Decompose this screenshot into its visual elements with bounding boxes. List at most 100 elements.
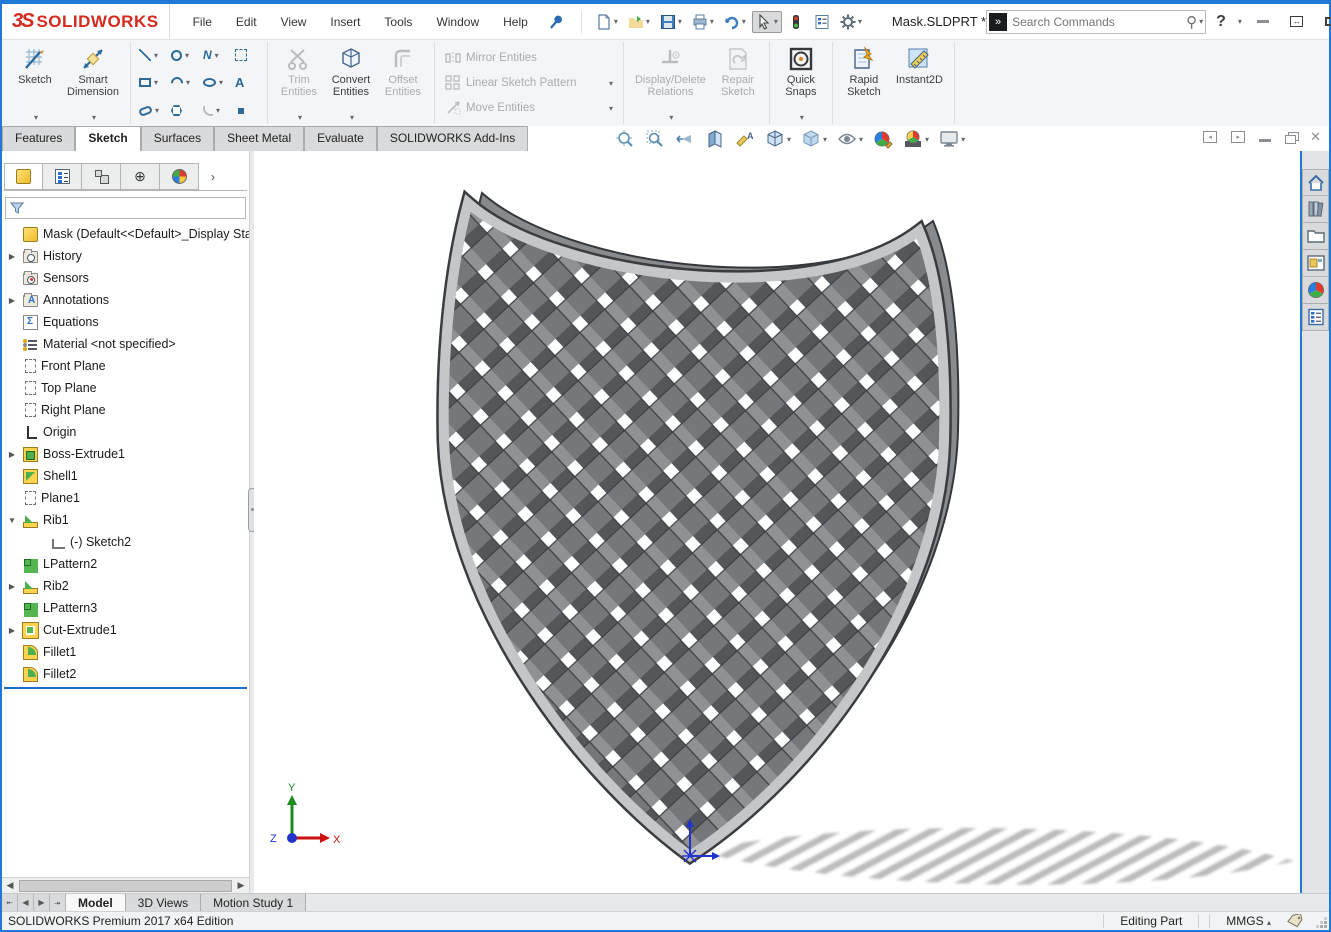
collapse-arrow[interactable]: ▼: [6, 516, 18, 525]
tree-item-annotations[interactable]: ▶Annotations: [2, 289, 249, 311]
circle-tool[interactable]: ▾: [168, 42, 198, 69]
tree-item-top-plane[interactable]: Top Plane: [2, 377, 249, 399]
tree-item-lpattern3[interactable]: LPattern3: [2, 597, 249, 619]
tree-item-sensors[interactable]: Sensors: [2, 267, 249, 289]
view-palette-button[interactable]: [1302, 250, 1329, 277]
tree-item-fillet2[interactable]: Fillet2: [2, 663, 249, 685]
save-button[interactable]: ▾: [656, 11, 686, 33]
zoom-to-fit-button[interactable]: [612, 127, 638, 151]
search-dropdown-arrow[interactable]: ▾: [1199, 17, 1203, 26]
line-tool[interactable]: ▾: [136, 42, 166, 69]
expand-arrow[interactable]: ▶: [6, 450, 18, 459]
tab-3d-views[interactable]: 3D Views: [126, 894, 201, 911]
menu-edit[interactable]: Edit: [225, 10, 268, 34]
tab-features[interactable]: Features: [2, 126, 75, 151]
help-dropdown-arrow[interactable]: ▾: [1238, 17, 1242, 26]
menu-window[interactable]: Window: [425, 10, 490, 34]
menu-help[interactable]: Help: [492, 10, 539, 34]
dynamic-annotation-views-button[interactable]: A: [732, 127, 758, 151]
linear-sketch-pattern-button[interactable]: Linear Sketch Pattern ▾: [440, 72, 618, 94]
smart-dimension-dropdown-arrow[interactable]: ▾: [92, 113, 96, 122]
tab-sheet-metal[interactable]: Sheet Metal: [214, 126, 304, 151]
tab-solidworks-add-ins[interactable]: SOLIDWORKS Add-Ins: [377, 126, 528, 151]
sketch-dropdown-arrow[interactable]: ▾: [34, 113, 38, 122]
convert-entities-dropdown-arrow[interactable]: ▾: [350, 113, 354, 122]
rapid-sketch-button[interactable]: Rapid Sketch: [838, 42, 890, 124]
trim-entities-dropdown-arrow[interactable]: ▾: [298, 113, 302, 122]
panel-tabs-overflow-button[interactable]: ›: [199, 163, 227, 190]
tab-sketch[interactable]: Sketch: [75, 126, 140, 151]
tree-item-boss-extrude1[interactable]: ▶Boss-Extrude1: [2, 443, 249, 465]
ellipse-tool[interactable]: ▾: [200, 70, 230, 97]
tab-configurationmanager[interactable]: [82, 163, 121, 190]
sketch-fillet-tool[interactable]: ▾: [200, 97, 230, 124]
undo-button[interactable]: ▾: [720, 11, 750, 33]
viewport-canvas[interactable]: Y X Z: [254, 151, 1300, 893]
tab-evaluate[interactable]: Evaluate: [304, 126, 377, 151]
doc-restore-button[interactable]: [1285, 135, 1296, 144]
design-library-button[interactable]: [1302, 196, 1329, 223]
tree-item-history[interactable]: ▶History: [2, 245, 249, 267]
quick-snaps-dropdown-arrow[interactable]: ▾: [800, 113, 804, 122]
collapse-panes-button[interactable]: ↔: [1284, 12, 1310, 32]
minimize-button[interactable]: [1250, 12, 1276, 32]
pin-menu-icon[interactable]: [543, 9, 568, 34]
rectangle-dropdown-arrow[interactable]: ▾: [154, 78, 158, 87]
units-selector[interactable]: MMGS ▴: [1220, 914, 1277, 928]
move-entities-button[interactable]: Move Entities ▾: [440, 97, 618, 119]
polygon-tool[interactable]: [168, 97, 198, 124]
spline-dropdown-arrow[interactable]: ▾: [215, 51, 219, 60]
tree-item-shell1[interactable]: Shell1: [2, 465, 249, 487]
last-tab-button[interactable]: ⯮: [50, 894, 66, 911]
expand-arrow[interactable]: ▶: [6, 296, 18, 305]
trim-entities-button[interactable]: Trim Entities ▾: [273, 42, 325, 124]
search-input[interactable]: [1007, 15, 1186, 29]
point-tool[interactable]: [232, 97, 262, 124]
file-explorer-button[interactable]: [1302, 223, 1329, 250]
text-tool[interactable]: A: [232, 70, 262, 97]
display-style-dropdown-arrow[interactable]: ▾: [823, 135, 827, 144]
expand-arrow[interactable]: ▶: [6, 626, 18, 635]
arc-dropdown-arrow[interactable]: ▾: [186, 78, 190, 87]
tab-propertymanager[interactable]: [43, 163, 82, 190]
sketch-fillet-dropdown-arrow[interactable]: ▾: [216, 106, 220, 115]
view-orientation-button[interactable]: ▾: [762, 127, 794, 151]
rebuild-button[interactable]: [784, 11, 808, 33]
repair-sketch-button[interactable]: Repair Sketch: [712, 42, 764, 124]
options-button[interactable]: ▾: [836, 11, 866, 33]
maximize-button[interactable]: [1318, 12, 1331, 32]
hide-show-items-button[interactable]: ▾: [834, 127, 866, 151]
tree-item-front-plane[interactable]: Front Plane: [2, 355, 249, 377]
tab-featuremanager[interactable]: [4, 163, 43, 190]
tree-item-rib2[interactable]: ▶Rib2: [2, 575, 249, 597]
tag-icon[interactable]: [1287, 914, 1303, 928]
tab-surfaces[interactable]: Surfaces: [141, 126, 214, 151]
search-icon[interactable]: ⚲: [1186, 13, 1197, 31]
first-tab-button[interactable]: ⯬: [2, 894, 18, 911]
quick-snaps-button[interactable]: Quick Snaps ▾: [775, 42, 827, 124]
save-dropdown-arrow[interactable]: ▾: [678, 17, 682, 26]
tree-item-equations[interactable]: Equations: [2, 311, 249, 333]
hide-show-dropdown-arrow[interactable]: ▾: [859, 135, 863, 144]
zoom-to-area-button[interactable]: [642, 127, 668, 151]
print-dropdown-arrow[interactable]: ▾: [710, 17, 714, 26]
tab-model[interactable]: Model: [66, 894, 126, 911]
display-style-button[interactable]: ▾: [798, 127, 830, 151]
circle-dropdown-arrow[interactable]: ▾: [185, 51, 189, 60]
previous-view-button[interactable]: [672, 127, 698, 151]
menu-file[interactable]: File: [182, 10, 223, 34]
expand-arrow[interactable]: ▶: [6, 252, 18, 261]
select-button[interactable]: ▾: [752, 11, 782, 33]
apply-scene-dropdown-arrow[interactable]: ▾: [925, 135, 929, 144]
spline-tool[interactable]: N▾: [200, 42, 230, 69]
tree-item-fillet1[interactable]: Fillet1: [2, 641, 249, 663]
print-button[interactable]: ▾: [688, 11, 718, 33]
custom-properties-button[interactable]: [1302, 304, 1329, 331]
tree-filter-box[interactable]: [5, 197, 246, 219]
scrollbar-thumb[interactable]: [19, 880, 232, 892]
sketch-picture-tool[interactable]: [232, 42, 262, 69]
sketch-button[interactable]: Sketch ▾: [9, 42, 61, 124]
tab-motion-study-1[interactable]: Motion Study 1: [201, 894, 306, 911]
ellipse-dropdown-arrow[interactable]: ▾: [219, 78, 223, 87]
tree-root-mask[interactable]: Mask (Default<<Default>_Display State 1: [2, 223, 249, 245]
